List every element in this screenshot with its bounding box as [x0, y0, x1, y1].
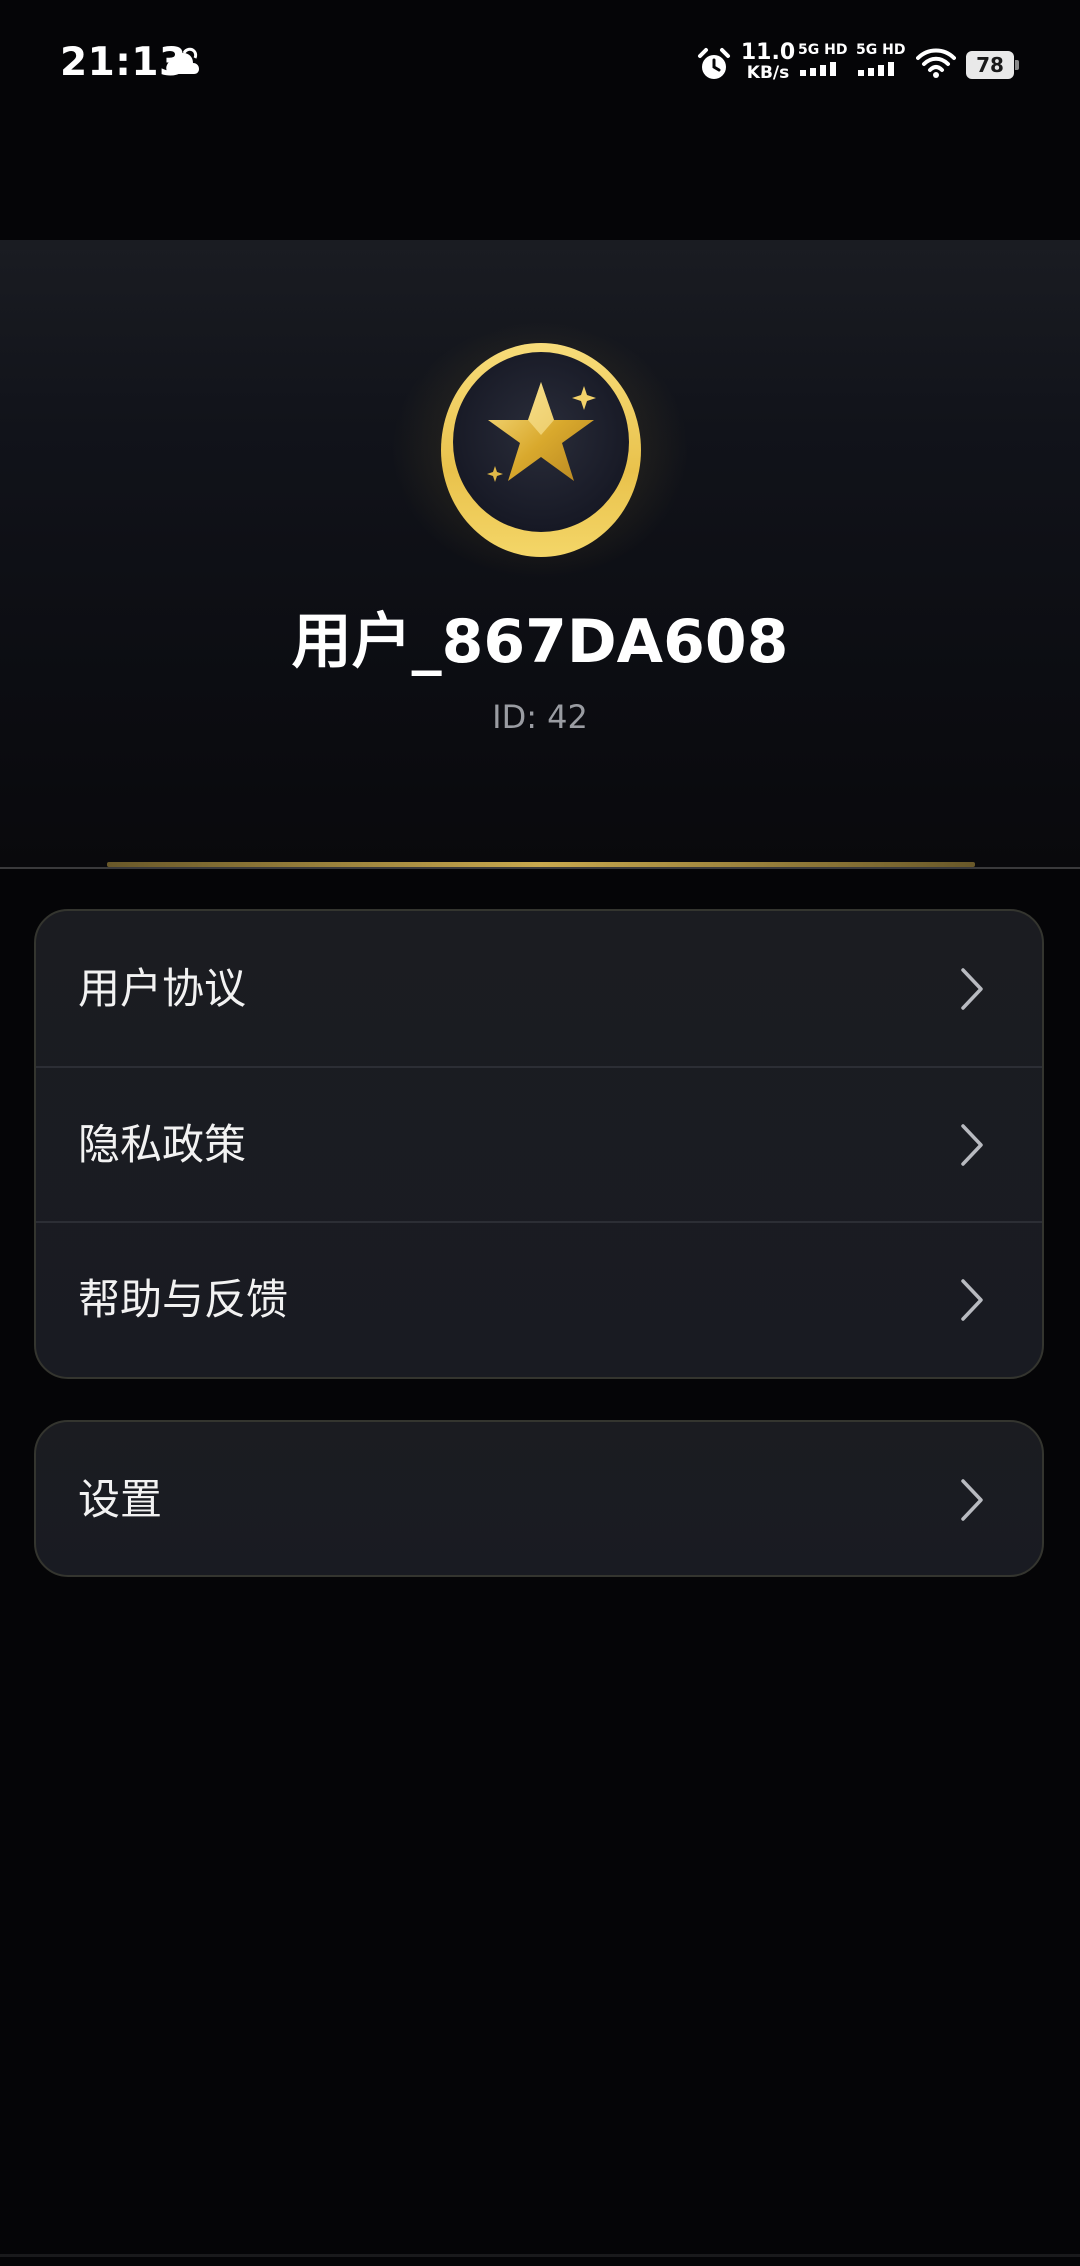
sim2-signal: 5G HD — [856, 42, 908, 82]
header-divider — [0, 867, 1080, 869]
star-avatar-icon[interactable] — [438, 340, 644, 560]
menu-group-settings: 设置 — [34, 1420, 1044, 1577]
battery-level: 78 — [966, 51, 1014, 79]
sim2-label: 5G HD — [856, 42, 906, 58]
alarm-icon — [698, 48, 730, 79]
battery-cap — [1015, 60, 1019, 70]
chevron-right-icon — [961, 1278, 983, 1321]
status-bar: 21:13 11.0 KB/s 5G HD 5G HD 78 — [0, 0, 1080, 128]
menu-item-label: 用户协议 — [78, 963, 247, 1013]
network-speed-value: 11.0 — [740, 40, 796, 65]
menu-item-privacy-policy[interactable]: 隐私政策 — [36, 1066, 1042, 1221]
network-speed: 11.0 KB/s — [740, 42, 796, 82]
menu-item-help-feedback[interactable]: 帮助与反馈 — [36, 1221, 1042, 1376]
menu-item-label: 帮助与反馈 — [78, 1274, 289, 1324]
sim1-signal: 5G HD — [798, 42, 850, 82]
menu-item-user-agreement[interactable]: 用户协议 — [36, 911, 1042, 1066]
battery-icon: 78 — [966, 51, 1019, 79]
profile-header: 用户_867DA608 ID: 42 — [0, 240, 1080, 869]
cloud-icon — [166, 47, 199, 74]
chevron-right-icon — [961, 1123, 983, 1166]
menu-item-label: 设置 — [78, 1474, 163, 1524]
signal-icon — [858, 62, 894, 76]
wifi-icon — [916, 48, 956, 78]
user-id: ID: 42 — [492, 698, 588, 736]
signal-icon — [800, 62, 836, 76]
network-speed-unit: KB/s — [746, 63, 790, 83]
chevron-right-icon — [961, 1478, 983, 1521]
sim1-label: 5G HD — [798, 42, 848, 58]
menu-group-info: 用户协议 隐私政策 帮助与反馈 — [34, 909, 1044, 1379]
menu-item-settings[interactable]: 设置 — [36, 1422, 1042, 1575]
username: 用户_867DA608 — [291, 607, 789, 677]
menu-item-label: 隐私政策 — [78, 1119, 247, 1169]
navigation-gesture-bar — [0, 2254, 1080, 2257]
chevron-right-icon — [961, 967, 983, 1010]
